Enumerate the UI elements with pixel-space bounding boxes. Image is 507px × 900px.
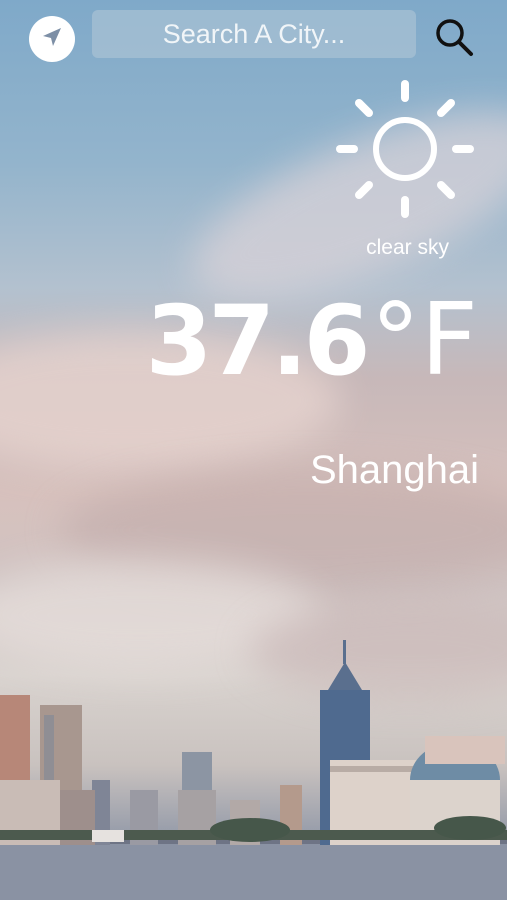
search-icon (433, 16, 475, 63)
top-bar (0, 10, 507, 62)
city-name: Shanghai (309, 448, 479, 492)
sun-icon (336, 80, 474, 218)
temperature-value: 37.6 (145, 285, 371, 397)
temperature-display: 37.6°F (146, 290, 478, 390)
weather-screen: clear sky 37.6°F Shanghai (0, 0, 507, 900)
search-input[interactable] (92, 10, 416, 58)
temperature-unit: °F (370, 281, 478, 398)
location-arrow-icon (40, 25, 64, 54)
locate-button[interactable] (29, 16, 75, 62)
search-button[interactable] (430, 16, 478, 62)
weather-condition: clear sky (366, 236, 449, 259)
skyline-image (0, 640, 507, 900)
